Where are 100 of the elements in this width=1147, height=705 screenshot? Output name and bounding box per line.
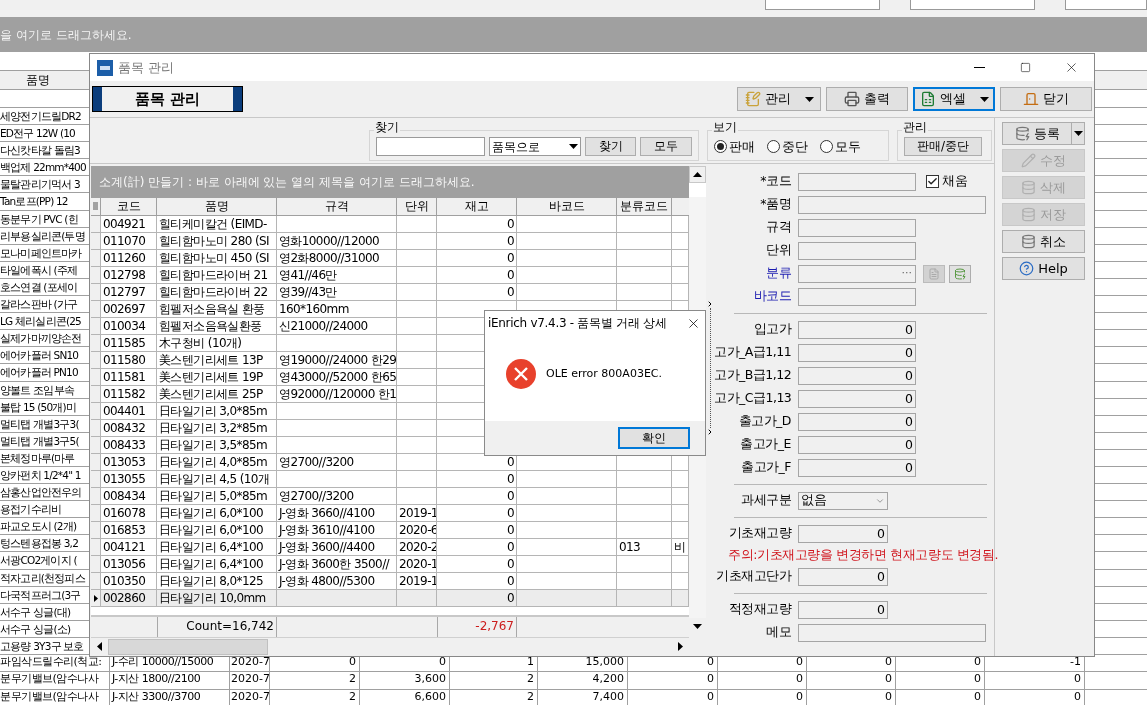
toolbar-button[interactable]: 출력 (826, 87, 908, 111)
table-row[interactable]: 013056 日타일기리 6,4*100 J-영화 3600한 3500// 2020-1 0 (91, 556, 689, 573)
text-field[interactable] (798, 218, 916, 237)
sale-toggle-button[interactable]: 판매/중단 (904, 137, 982, 156)
confirm-button[interactable]: 확인 (618, 427, 690, 449)
row-header-cell[interactable] (91, 352, 101, 368)
table-row[interactable]: 016078 日타일기리 6,0*100 J-영화 3660//4100 2019-1 0 (91, 505, 689, 522)
column-header[interactable]: 코드 (101, 198, 157, 215)
document-button[interactable] (923, 264, 945, 283)
table-cell: 012797 (103, 285, 146, 299)
row-header-cell[interactable] (91, 318, 101, 334)
tax-type-dropdown[interactable]: 없음 (798, 491, 888, 510)
toolbar-button[interactable]: 엑셀 (913, 87, 995, 111)
table-row[interactable]: 011260 힐티함마노미 450 (SI 영2화8000//31000 0 (91, 250, 689, 267)
number-field[interactable]: 0 (798, 567, 888, 586)
row-header-cell[interactable] (91, 233, 101, 249)
number-field[interactable]: 0 (798, 343, 916, 362)
column-header[interactable]: 품명 (157, 198, 277, 215)
table-cell: 힐티케미칼건 (EIMD- (159, 217, 267, 231)
number-field[interactable]: 0 (798, 320, 916, 339)
filter-field[interactable] (910, 0, 1035, 10)
table-row[interactable]: 011070 힐티함마노미 280 (SI 영화10000//12000 0 (91, 233, 689, 250)
toolbar-button[interactable]: 관리 (737, 87, 821, 111)
text-field[interactable] (798, 172, 916, 191)
table-cell: 힘펠저소음욕실 환풍 (159, 302, 265, 316)
row-header-cell[interactable] (91, 556, 101, 572)
row-header-cell[interactable] (91, 505, 101, 521)
lookup-field[interactable]: ··· (798, 264, 916, 283)
scroll-thumb[interactable] (108, 638, 268, 655)
table-row[interactable]: 012798 힐티함마드라이버 21 영41//46만 0 (91, 267, 689, 284)
column-header[interactable]: 규격 (277, 198, 397, 215)
add-button[interactable] (949, 264, 971, 283)
text-field[interactable] (798, 623, 986, 642)
view-radio[interactable]: 모두 (820, 136, 861, 157)
row-header-cell[interactable] (91, 250, 101, 266)
column-header[interactable]: 품명 (0, 71, 76, 89)
column-header[interactable]: 분류코드 (617, 198, 672, 215)
table-row[interactable]: 010350 日타일기리 8,0*125 J-영화 4800//5300 2019-1 0 (91, 573, 689, 590)
field-label: 과세구분 (740, 491, 791, 510)
row-header-cell[interactable] (91, 403, 101, 419)
table-cell: 日타일기리 6,4*100 (159, 557, 263, 571)
row-header-cell[interactable] (91, 369, 101, 385)
pencil-icon (1021, 153, 1036, 168)
row-header-cell[interactable] (91, 386, 101, 402)
filter-dropdown[interactable] (765, 0, 880, 10)
number-field[interactable]: 0 (798, 412, 916, 431)
chevron-icon (706, 428, 714, 436)
row-header-cell[interactable] (91, 284, 101, 300)
table-row[interactable]: 002860 日타일기리 10,0mm 0 (91, 590, 689, 607)
text-field[interactable] (798, 241, 916, 260)
number-field[interactable]: 0 (798, 435, 916, 454)
row-header-cell[interactable] (91, 573, 101, 589)
column-header[interactable]: 단위 (397, 198, 437, 215)
table-row[interactable]: 004121 日타일기리 6,4*100 J-영화 3600//4400 2020-2 0 013 비 (91, 539, 689, 556)
number-field[interactable]: 0 (798, 389, 916, 408)
number-field[interactable]: 0 (798, 600, 888, 619)
table-row[interactable]: 013055 日타일기리 4,5 (10개 0 (91, 471, 689, 488)
row-header-cell[interactable] (91, 216, 101, 232)
table-row[interactable]: 013053 日타일기리 4,0*85m 영2700//3200 0 (91, 454, 689, 471)
search-button[interactable]: 모두 (640, 137, 692, 156)
row-header-cell[interactable] (91, 454, 101, 470)
view-radio[interactable]: 중단 (767, 136, 808, 157)
dropdown-button[interactable] (1072, 122, 1085, 145)
filter-field[interactable] (1065, 0, 1147, 10)
row-header-cell[interactable] (91, 522, 101, 538)
printer-icon (844, 91, 860, 107)
table-cell: 0 (628, 689, 718, 705)
scroll-up-button[interactable] (689, 166, 706, 183)
search-field[interactable] (376, 137, 486, 156)
row-header-cell[interactable] (91, 437, 101, 453)
side-button[interactable]: 등록 (1002, 122, 1072, 145)
table-cell-text: 텅스텐용접봉 3,2 (0, 536, 80, 552)
table-row[interactable]: 004921 힐티케미칼건 (EIMD- 0 (91, 216, 689, 233)
field-label: 분류 (765, 264, 791, 283)
row-header-cell[interactable] (91, 488, 101, 504)
number-field[interactable]: 0 (798, 524, 888, 543)
row-header-cell[interactable] (91, 420, 101, 436)
text-field[interactable] (798, 195, 986, 214)
row-header-cell[interactable] (91, 335, 101, 351)
row-header-cell[interactable] (91, 471, 101, 487)
table-row[interactable]: 012797 힐티함마드라이버 22 영39//43만 0 (91, 284, 689, 301)
column-header[interactable]: 바코드 (517, 198, 617, 215)
number-field[interactable]: 0 (798, 458, 916, 477)
row-header-cell[interactable] (91, 301, 101, 317)
side-button[interactable]: Help (1002, 257, 1085, 280)
row-header-cell[interactable] (91, 539, 101, 555)
number-field[interactable]: 0 (798, 366, 916, 385)
field-label: 고가_B급1,12 (714, 366, 791, 385)
row-header-cell[interactable] (91, 267, 101, 283)
fill-checkbox[interactable]: 채움 (926, 172, 968, 191)
toolbar-button[interactable]: 닫기 (1000, 87, 1092, 111)
table-row[interactable]: 008434 日타일기리 5,0*85m 영2700//3200 0 (91, 488, 689, 505)
search-mode-dropdown[interactable]: 품목으로 (489, 137, 581, 156)
view-radio[interactable]: 판매 (714, 136, 755, 157)
column-header[interactable]: 재고 (437, 198, 517, 215)
row-header-cell[interactable] (91, 590, 101, 606)
search-button[interactable]: 찾기 (584, 137, 637, 156)
side-button[interactable]: 취소 (1002, 230, 1085, 253)
table-cell: 012798 (103, 268, 146, 282)
text-field[interactable] (798, 287, 916, 306)
